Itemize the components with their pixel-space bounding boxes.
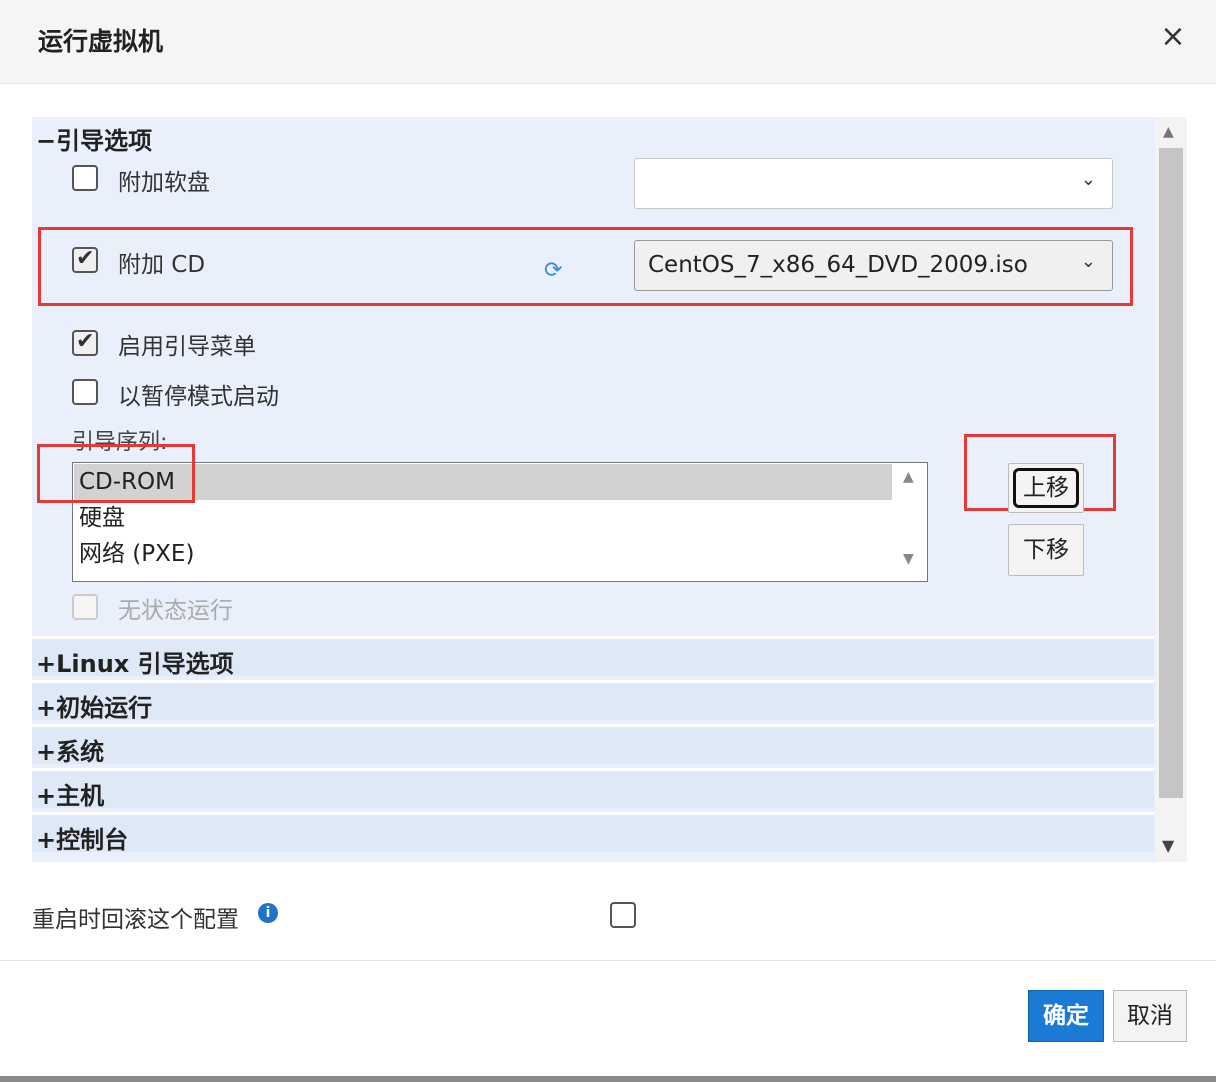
- boot-item-disk[interactable]: 硬盘: [74, 500, 892, 536]
- close-icon[interactable]: ×: [1158, 20, 1188, 54]
- section-console[interactable]: +控制台: [36, 820, 128, 855]
- attach-floppy-label: 附加软盘: [118, 170, 210, 196]
- ok-button[interactable]: 确定: [1028, 990, 1104, 1042]
- refresh-icon[interactable]: ⟳: [544, 258, 562, 283]
- chevron-down-icon: ⌄: [1080, 169, 1096, 190]
- boot-options-header[interactable]: −引导选项: [36, 121, 152, 156]
- boot-sequence-list[interactable]: CD-ROM 硬盘 网络 (PXE) ▲ ▼: [72, 462, 928, 582]
- highlight-box-cdrom: [37, 444, 195, 503]
- scroll-thumb[interactable]: [1159, 148, 1183, 798]
- boot-item-pxe[interactable]: 网络 (PXE): [74, 536, 892, 572]
- dialog-header: 运行虚拟机 ×: [0, 0, 1216, 84]
- cd-select[interactable]: CentOS_7_x86_64_DVD_2009.iso ⌄: [634, 240, 1113, 291]
- move-up-button[interactable]: 上移: [1008, 463, 1084, 513]
- rollback-checkbox[interactable]: [610, 902, 636, 928]
- scroll-up-icon[interactable]: ▲: [1163, 124, 1174, 140]
- section-bar: [32, 724, 1154, 764]
- footer-divider: [0, 960, 1216, 961]
- dialog-title: 运行虚拟机: [38, 27, 164, 56]
- enable-boot-menu-label: 启用引导菜单: [118, 334, 256, 360]
- move-up-button-focus[interactable]: 上移: [1013, 468, 1079, 508]
- list-scrollbar[interactable]: ▲ ▼: [893, 463, 927, 581]
- floppy-select[interactable]: ⌄: [634, 158, 1113, 209]
- window-bottom-edge: [0, 1076, 1216, 1082]
- start-paused-checkbox[interactable]: [72, 379, 98, 405]
- chevron-down-icon: ⌄: [1080, 251, 1096, 272]
- attach-cd-checkbox[interactable]: [72, 246, 98, 273]
- info-icon[interactable]: i: [258, 903, 278, 923]
- move-down-button[interactable]: 下移: [1008, 524, 1084, 576]
- section-initial-run[interactable]: +初始运行: [36, 688, 152, 723]
- stateless-checkbox[interactable]: [72, 594, 98, 620]
- scroll-down-icon[interactable]: ▼: [1162, 836, 1174, 855]
- list-scroll-down-icon[interactable]: ▼: [903, 551, 914, 567]
- start-paused-label: 以暂停模式启动: [118, 384, 279, 410]
- boot-item-cdrom[interactable]: CD-ROM: [74, 464, 892, 500]
- attach-cd-label: 附加 CD: [118, 252, 206, 278]
- section-bar: [32, 812, 1154, 852]
- attach-floppy-checkbox[interactable]: [72, 165, 98, 191]
- section-bar: [32, 680, 1154, 720]
- section-system[interactable]: +系统: [36, 732, 104, 767]
- enable-boot-menu-checkbox[interactable]: [72, 329, 98, 356]
- stateless-label: 无状态运行: [118, 598, 233, 624]
- list-scroll-up-icon[interactable]: ▲: [903, 469, 914, 485]
- section-bar: [32, 768, 1154, 808]
- section-linux-boot[interactable]: +Linux 引导选项: [36, 644, 234, 679]
- rollback-label: 重启时回滚这个配置: [32, 907, 239, 933]
- cd-select-value: CentOS_7_x86_64_DVD_2009.iso: [648, 252, 1028, 278]
- cancel-button[interactable]: 取消: [1113, 990, 1187, 1042]
- section-host[interactable]: +主机: [36, 776, 104, 811]
